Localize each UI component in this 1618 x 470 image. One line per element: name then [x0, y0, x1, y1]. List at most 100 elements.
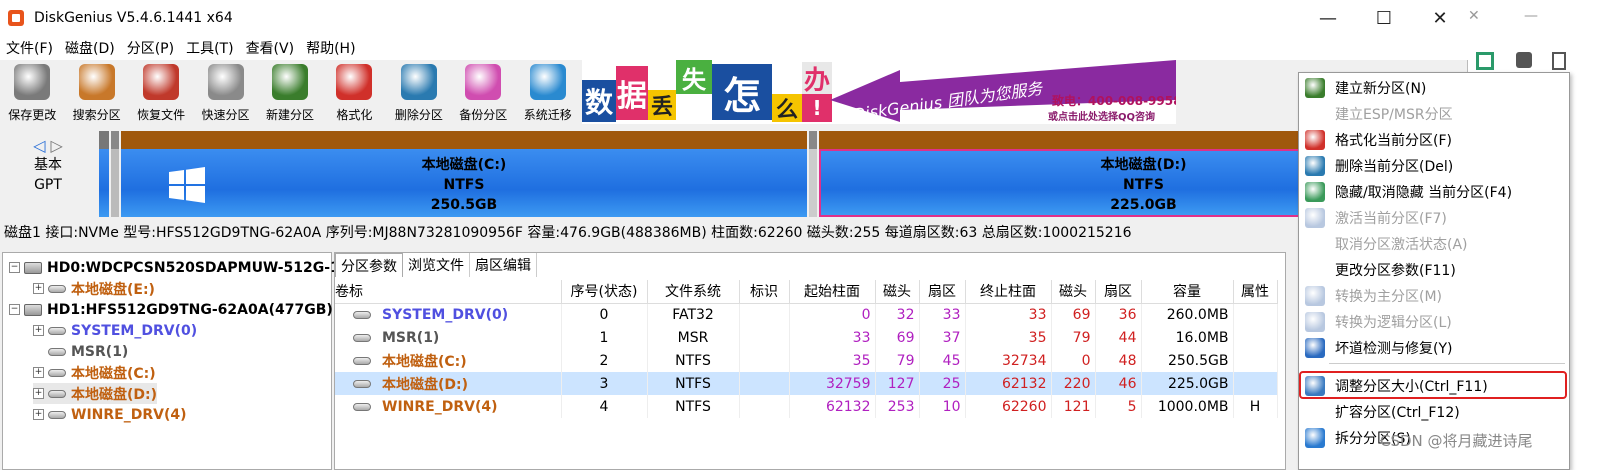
toolbar-button[interactable]: 恢复文件: [129, 60, 193, 126]
volume-label: 本地磁盘(D:): [382, 376, 469, 393]
convert-logical-icon: [1305, 312, 1325, 332]
tree-disk-node[interactable]: − HD1:HFS512GD9TNG-62A0A(477GB): [9, 299, 333, 320]
tab-partition-params[interactable]: 分区参数: [335, 253, 403, 277]
toolbar-button[interactable]: 系统迁移: [516, 60, 580, 126]
menu-file[interactable]: 文件(F): [0, 38, 59, 58]
context-menu-item[interactable]: 激活当前分区(F7): [1299, 205, 1569, 231]
prev-disk-icon[interactable]: ◁: [33, 136, 45, 155]
next-disk-icon[interactable]: ▷: [51, 136, 63, 155]
table-row[interactable]: 本地磁盘(C:) 2 NTFS 35 79 45 32734 0 48 250.5GB: [335, 349, 1278, 372]
column-header[interactable]: 文件系统: [647, 280, 740, 304]
context-menu-item[interactable]: 调整分区大小(Ctrl_F11): [1299, 373, 1569, 399]
context-menu-item[interactable]: 取消分区激活状态(A): [1299, 231, 1569, 257]
tree-partition-node[interactable]: + WINRE_DRV(4): [33, 404, 187, 425]
toolbar-button[interactable]: 删除分区: [387, 60, 451, 126]
expand-icon[interactable]: +: [33, 283, 44, 294]
ad-banner[interactable]: 数 据 丢 失 怎 么 办 ! DiskGenius 团队为您服务 致电：400…: [582, 60, 1176, 124]
close-button[interactable]: ✕: [1412, 0, 1468, 36]
column-header[interactable]: 磁头: [875, 280, 920, 304]
cell-idx: 1: [561, 326, 648, 349]
partition-bar-system[interactable]: [99, 131, 109, 217]
cell-eh: 121: [1051, 395, 1096, 418]
partition-bar-gap[interactable]: [809, 131, 817, 217]
tab-browse-files[interactable]: 浏览文件: [403, 253, 470, 277]
table-row[interactable]: WINRE_DRV(4) 4 NTFS 62132 253 10 62260 121 5 1000…: [335, 395, 1278, 418]
column-header[interactable]: 起始柱面: [789, 280, 876, 304]
column-header[interactable]: 扇区: [919, 280, 966, 304]
column-header[interactable]: 属性: [1233, 280, 1278, 304]
column-header[interactable]: 标识: [739, 280, 790, 304]
column-header[interactable]: 序号(状态): [561, 280, 648, 304]
extension-icon[interactable]: [1476, 52, 1494, 70]
context-menu-item[interactable]: 更改分区参数(F11): [1299, 257, 1569, 283]
cell-flag: [739, 395, 790, 418]
column-header[interactable]: 扇区: [1095, 280, 1142, 304]
context-menu-item[interactable]: 隐藏/取消隐藏 当前分区(F4): [1299, 179, 1569, 205]
column-header[interactable]: 磁头: [1051, 280, 1096, 304]
context-menu-item[interactable]: 删除当前分区(Del): [1299, 153, 1569, 179]
tree-partition-node[interactable]: +MSR(1): [33, 341, 128, 362]
expand-icon[interactable]: +: [33, 325, 44, 336]
menu-partition[interactable]: 分区(P): [121, 38, 180, 58]
tree-partition-node[interactable]: + 本地磁盘(C:): [33, 362, 156, 383]
partition-bar-msr[interactable]: [111, 131, 119, 217]
menu-disk[interactable]: 磁盘(D): [59, 38, 121, 58]
banner-qq-link[interactable]: 或点击此处选择QQ咨询: [1048, 108, 1155, 123]
tab-sector-edit[interactable]: 扇区编辑: [470, 253, 537, 277]
disk-tree: − HD0:WDCPCSN520SDAPMUW-512G-1 + 本地磁盘(E:) − H…: [2, 252, 340, 470]
column-header[interactable]: 卷标: [335, 280, 562, 304]
table-row[interactable]: 本地磁盘(D:) 3 NTFS 32759 127 25 62132 220 46 225.0GB: [335, 372, 1278, 395]
tab-strip-icon[interactable]: [1552, 52, 1566, 70]
partition-c-fs: NTFS: [443, 177, 485, 193]
column-header[interactable]: 容量: [1141, 280, 1234, 304]
context-menu-item[interactable]: 转换为主分区(M): [1299, 283, 1569, 309]
tree-partition-node[interactable]: + SYSTEM_DRV(0): [33, 320, 197, 341]
browser-minimize-icon[interactable]: —: [1524, 8, 1538, 24]
banner-char: 数: [582, 80, 616, 122]
tree-label: MSR(1): [71, 343, 129, 360]
toolbar-label: 格式化: [336, 108, 373, 122]
hard-disk-icon: [24, 261, 42, 274]
disk-nav-arrows[interactable]: ◁ ▷: [0, 136, 96, 155]
partition-bar-c[interactable]: 本地磁盘(C:) NTFS 250.5GB: [121, 131, 807, 217]
puzzle-icon[interactable]: [1516, 52, 1532, 68]
toolbar-button[interactable]: 格式化: [322, 60, 386, 126]
menu-tools[interactable]: 工具(T): [180, 38, 239, 58]
toolbar-button[interactable]: 备份分区: [451, 60, 515, 126]
expand-icon[interactable]: +: [33, 367, 44, 378]
toolbar-button[interactable]: 保存更改: [0, 60, 64, 126]
collapse-icon[interactable]: −: [9, 262, 20, 273]
context-menu-item[interactable]: 建立新分区(N): [1299, 75, 1569, 101]
tree-partition-node[interactable]: + 本地磁盘(E:): [33, 278, 155, 299]
collapse-icon[interactable]: −: [9, 304, 20, 315]
menu-view[interactable]: 查看(V): [240, 38, 301, 58]
banner-char: 丢: [648, 90, 676, 120]
menu-help[interactable]: 帮助(H): [300, 38, 361, 58]
toolbar-button[interactable]: 搜索分区: [64, 60, 128, 126]
minimize-button[interactable]: —: [1300, 0, 1356, 36]
maximize-button[interactable]: ☐: [1356, 0, 1412, 36]
column-header[interactable]: 终止柱面: [965, 280, 1052, 304]
volume-label: WINRE_DRV(4): [382, 398, 498, 415]
tree-disk-node[interactable]: − HD0:WDCPCSN520SDAPMUW-512G-1: [9, 257, 340, 278]
context-menu-item[interactable]: 扩容分区(Ctrl_F12): [1299, 399, 1569, 425]
toolbar-button[interactable]: 新建分区: [258, 60, 322, 126]
context-menu-item[interactable]: 转换为逻辑分区(L): [1299, 309, 1569, 335]
context-menu-item[interactable]: 格式化当前分区(F): [1299, 127, 1569, 153]
tree-partition-node[interactable]: + 本地磁盘(D:): [33, 383, 158, 404]
context-menu-item[interactable]: 建立ESP/MSR分区: [1299, 101, 1569, 127]
toolbar-button[interactable]: 快速分区: [193, 60, 257, 126]
expand-icon[interactable]: +: [33, 388, 44, 399]
browser-close-icon[interactable]: ✕: [1468, 8, 1480, 24]
context-menu-label: 激活当前分区(F7): [1335, 211, 1447, 227]
cell-attr: [1233, 372, 1278, 395]
tree-label: SYSTEM_DRV(0): [71, 322, 198, 339]
toolbar-label: 备份分区: [459, 108, 508, 122]
cell-eh: 0: [1051, 349, 1096, 372]
expand-icon[interactable]: +: [33, 409, 44, 420]
context-menu-item[interactable]: 坏道检测与修复(Y): [1299, 335, 1569, 361]
context-menu-label: 取消分区激活状态(A): [1335, 237, 1468, 253]
cell-ss: 33: [919, 303, 966, 326]
table-row[interactable]: MSR(1) 1 MSR 33 69 37 35 79 44 16.0MB: [335, 326, 1278, 349]
table-row[interactable]: SYSTEM_DRV(0) 0 FAT32 0 32 33 33 69 36 260.0MB: [335, 303, 1278, 326]
